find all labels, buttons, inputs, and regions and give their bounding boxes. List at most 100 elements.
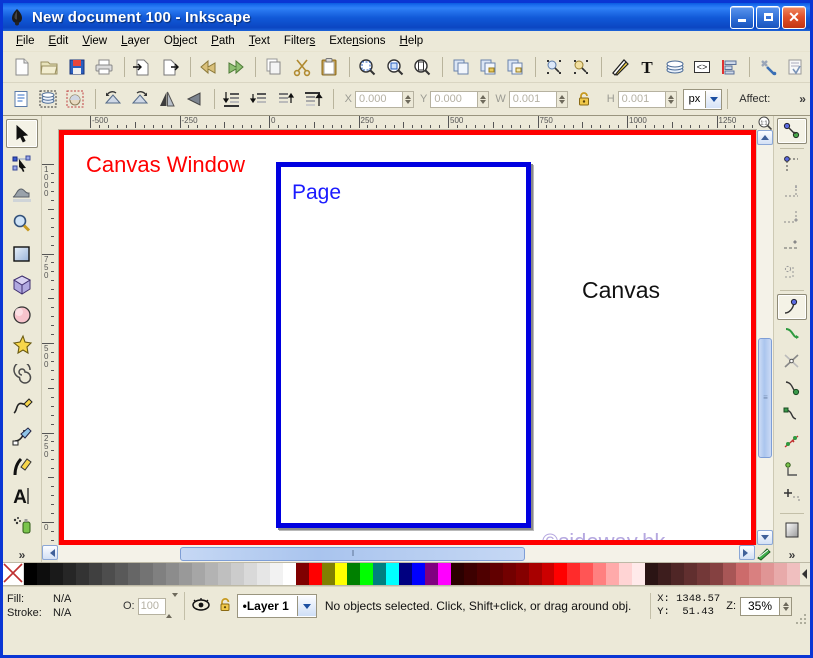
- palette-swatch[interactable]: [37, 563, 50, 585]
- star-tool[interactable]: [6, 331, 38, 360]
- palette-swatch[interactable]: [179, 563, 192, 585]
- paste-icon[interactable]: [316, 54, 341, 80]
- palette-swatch[interactable]: [373, 563, 386, 585]
- menu-layer[interactable]: Layer: [114, 33, 157, 49]
- document-properties-icon[interactable]: [783, 54, 808, 80]
- minimize-button[interactable]: [730, 6, 754, 29]
- chevron-down-icon[interactable]: [705, 91, 721, 108]
- palette-swatch[interactable]: [218, 563, 231, 585]
- palette-swatch[interactable]: [192, 563, 205, 585]
- scroll-up-button[interactable]: [757, 130, 773, 145]
- selector-tool[interactable]: [6, 119, 38, 148]
- palette-swatch[interactable]: [205, 563, 218, 585]
- palette-swatch[interactable]: [231, 563, 244, 585]
- width-field[interactable]: [509, 91, 568, 108]
- width-input[interactable]: [509, 91, 557, 108]
- palette-swatch[interactable]: [580, 563, 593, 585]
- layer-lock-icon[interactable]: [217, 596, 235, 617]
- horizontal-ruler[interactable]: -500-250025050075010001250: [58, 116, 757, 130]
- palette-swatch[interactable]: [283, 563, 296, 585]
- palette-swatch[interactable]: [554, 563, 567, 585]
- import-icon[interactable]: [130, 54, 155, 80]
- zoom-control[interactable]: Z:: [726, 597, 796, 616]
- rotate-90-ccw-icon[interactable]: [101, 86, 126, 112]
- clone-icon[interactable]: [541, 54, 566, 80]
- palette-swatch[interactable]: [399, 563, 412, 585]
- snap-nodes-paths-button[interactable]: [777, 294, 807, 320]
- print-document-icon[interactable]: [91, 54, 116, 80]
- vertical-scroll-thumb[interactable]: ≡: [758, 338, 772, 458]
- unclone-icon[interactable]: [569, 54, 594, 80]
- zoom-1-to-1-icon[interactable]: 1:1: [757, 116, 773, 130]
- zoom-page-icon[interactable]: [409, 54, 434, 80]
- scroll-down-button[interactable]: [757, 530, 773, 545]
- vertical-scrollbar[interactable]: ≡: [756, 130, 773, 545]
- snap-bbox-center-button[interactable]: [777, 260, 807, 286]
- palette-swatch[interactable]: [322, 563, 335, 585]
- snap-toolbar-overflow-button[interactable]: »: [785, 548, 800, 562]
- cut-icon[interactable]: [289, 54, 314, 80]
- palette-swatch[interactable]: [684, 563, 697, 585]
- height-input[interactable]: [618, 91, 666, 108]
- snap-path-intersection-button[interactable]: [777, 348, 807, 374]
- palette-swatch[interactable]: [89, 563, 102, 585]
- palette-swatch[interactable]: [244, 563, 257, 585]
- pencil-tool[interactable]: [6, 391, 38, 420]
- palette-swatch[interactable]: [24, 563, 37, 585]
- color-palette-toggle-icon[interactable]: [755, 545, 773, 562]
- enable-snapping-button[interactable]: [777, 118, 807, 144]
- snap-path-button[interactable]: [777, 321, 807, 347]
- palette-swatch[interactable]: [360, 563, 373, 585]
- palette-swatch[interactable]: [257, 563, 270, 585]
- palette-swatch[interactable]: [309, 563, 322, 585]
- undo-icon[interactable]: [196, 54, 221, 80]
- palette-swatch[interactable]: [490, 563, 503, 585]
- palette-swatch[interactable]: [76, 563, 89, 585]
- palette-swatch[interactable]: [140, 563, 153, 585]
- duplicate-icon[interactable]: [448, 54, 473, 80]
- palette-swatch[interactable]: [619, 563, 632, 585]
- new-document-icon[interactable]: [9, 54, 34, 80]
- palette-swatch[interactable]: [347, 563, 360, 585]
- deselect-icon[interactable]: [63, 86, 88, 112]
- fill-stroke-dialog-icon[interactable]: [607, 54, 632, 80]
- palette-swatch[interactable]: [567, 563, 580, 585]
- menu-edit[interactable]: Edit: [42, 33, 76, 49]
- snap-rotation-center-button[interactable]: [777, 483, 807, 509]
- no-color-swatch[interactable]: [3, 563, 24, 585]
- save-document-icon[interactable]: [64, 54, 89, 80]
- vertical-scroll-track[interactable]: ≡: [757, 145, 773, 530]
- layer-selector[interactable]: •Layer 1: [237, 594, 317, 618]
- lock-ratio-icon[interactable]: [572, 86, 597, 112]
- preferences-icon[interactable]: [755, 54, 780, 80]
- menu-filters[interactable]: Filters: [277, 33, 322, 49]
- resize-grip[interactable]: [796, 611, 808, 623]
- x-field[interactable]: [355, 91, 414, 108]
- menu-extensions[interactable]: Extensions: [322, 33, 392, 49]
- width-stepper[interactable]: [557, 91, 568, 108]
- spray-tool[interactable]: [6, 512, 38, 541]
- menu-object[interactable]: Object: [157, 33, 204, 49]
- node-editor-tool[interactable]: [6, 149, 38, 178]
- palette-swatch[interactable]: [115, 563, 128, 585]
- bezier-pen-tool[interactable]: [6, 421, 38, 450]
- zoom-stepper[interactable]: [780, 597, 792, 616]
- text-tool[interactable]: A: [6, 482, 38, 511]
- snap-cusp-node-button[interactable]: [777, 375, 807, 401]
- palette-swatch[interactable]: [63, 563, 76, 585]
- toolbox-overflow-button[interactable]: »: [15, 548, 30, 562]
- palette-swatch[interactable]: [335, 563, 348, 585]
- units-select[interactable]: px: [683, 89, 723, 110]
- snap-object-center-button[interactable]: [777, 456, 807, 482]
- palette-swatch[interactable]: [632, 563, 645, 585]
- palette-swatch[interactable]: [102, 563, 115, 585]
- x-stepper[interactable]: [403, 91, 414, 108]
- box3d-tool[interactable]: [6, 270, 38, 299]
- fill-stroke-indicator[interactable]: Fill:N/A Stroke:N/A: [3, 592, 117, 620]
- height-field[interactable]: [618, 91, 677, 108]
- scroll-right-button[interactable]: [739, 545, 755, 560]
- ungroup-icon[interactable]: [503, 54, 528, 80]
- palette-swatch[interactable]: [464, 563, 477, 585]
- opacity-input[interactable]: [138, 598, 166, 615]
- vertical-ruler[interactable]: 10007505002500: [42, 130, 59, 545]
